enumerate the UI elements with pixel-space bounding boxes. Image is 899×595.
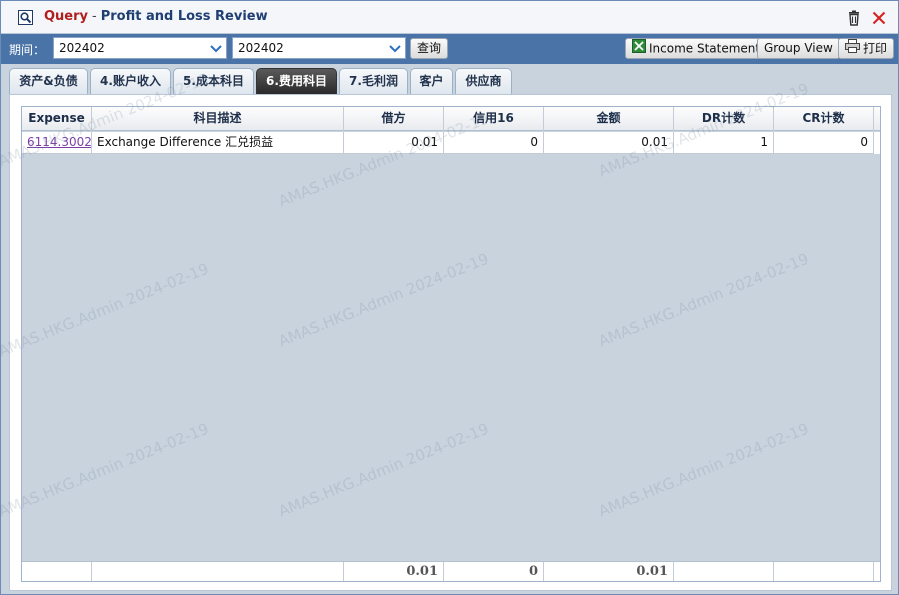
column-header-amount[interactable]: 金额 [544,107,674,131]
trash-icon[interactable] [846,10,862,26]
dr-count-cell: 1 [674,132,774,154]
column-header-dr-count[interactable]: DR计数 [674,107,774,131]
grid-header: Expense 科目描述 借方 信用16 金额 DR计数 CR计数 [22,107,880,131]
expense-code-cell: 6114.3002 [22,132,92,154]
print-label: 打印 [863,41,888,56]
tab-suppliers[interactable]: 供应商 [455,68,512,94]
total-debit: 0.01 [344,562,444,581]
period-to-value: 202402 [238,41,284,55]
period-to-select[interactable]: 202402 [232,37,406,59]
period-from-value: 202402 [59,41,105,55]
tab-cost-accounts[interactable]: 5.成本科目 [173,68,254,94]
total-cr-count-cell [774,562,874,581]
total-amount: 0.01 [544,562,674,581]
tab-gross-profit[interactable]: 7.毛利润 [339,68,408,94]
column-header-cr-count[interactable]: CR计数 [774,107,874,131]
income-statement-button[interactable]: Income Statement [625,38,768,59]
total-expense-cell [22,562,92,581]
period-from-select[interactable]: 202402 [53,37,227,59]
chevron-down-icon[interactable] [206,38,226,58]
column-header-debit[interactable]: 借方 [344,107,444,131]
toolbar: 期间： 202402 202402 查询 Income Statement Gr… [1,34,898,64]
column-header-description[interactable]: 科目描述 [92,107,344,131]
total-description-cell [92,562,344,581]
grid-totals-row: 0.01 0 0.01 [22,561,880,581]
title-bar: Query - Profit and Loss Review [1,1,898,34]
chevron-down-icon[interactable] [385,38,405,58]
tab-assets-liabilities[interactable]: 资产&负债 [9,68,88,94]
period-label: 期间： [9,43,46,57]
total-dr-count-cell [674,562,774,581]
query-button[interactable]: 查询 [410,38,449,59]
expense-code-link[interactable]: 6114.3002 [27,135,91,149]
title-main: Profit and Loss Review [100,9,268,24]
title-separator: - [92,9,97,24]
tab-strip: 资产&负债 4.账户收入 5.成本科目 6.费用科目 7.毛利润 客户 供应商 [1,64,898,94]
print-button[interactable]: 打印 [838,38,895,59]
column-header-credit[interactable]: 信用16 [444,107,544,131]
total-credit: 0 [444,562,544,581]
amount-cell: 0.01 [544,132,674,154]
excel-icon [632,39,646,59]
tab-content-panel: Expense 科目描述 借方 信用16 金额 DR计数 CR计数 6114.3… [9,94,892,591]
title-query: Query [44,9,89,24]
credit-cell: 0 [444,132,544,154]
magnifier-icon [18,10,33,25]
window-title: Query - Profit and Loss Review [44,9,268,24]
tab-customers[interactable]: 客户 [410,68,453,94]
tab-account-income[interactable]: 4.账户收入 [90,68,171,94]
debit-cell: 0.01 [344,132,444,154]
group-view-button[interactable]: Group View [757,38,840,59]
cr-count-cell: 0 [774,132,874,154]
income-statement-label: Income Statement [649,41,761,56]
query-window: Query - Profit and Loss Review 期间： 202402 [0,0,899,595]
table-row[interactable]: 6114.3002 Exchange Difference 汇兑损益 0.01 … [22,132,880,154]
description-cell: Exchange Difference 汇兑损益 [92,132,344,154]
tab-expense-accounts[interactable]: 6.费用科目 [256,68,337,94]
printer-icon [845,39,860,59]
close-icon[interactable] [871,10,887,26]
expense-grid: Expense 科目描述 借方 信用16 金额 DR计数 CR计数 6114.3… [21,106,881,582]
column-header-expense[interactable]: Expense [22,107,92,131]
